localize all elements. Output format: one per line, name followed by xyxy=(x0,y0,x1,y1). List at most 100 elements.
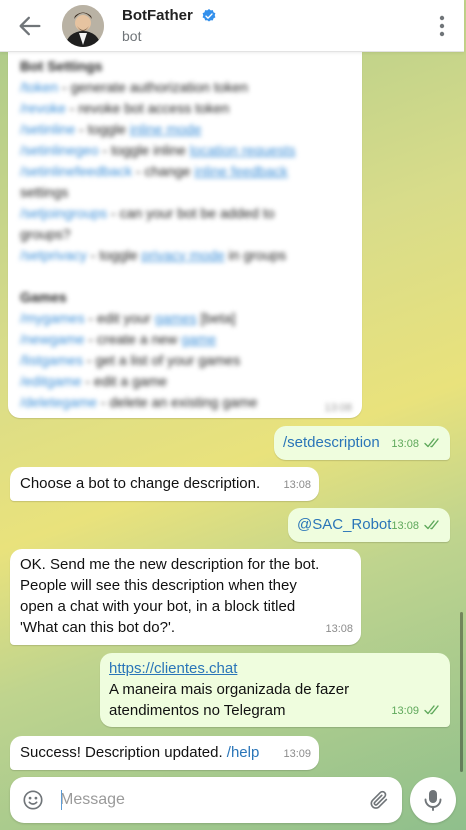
message-time: 13:08 xyxy=(391,520,419,532)
inline-link[interactable]: inline mode xyxy=(130,121,202,137)
inline-link[interactable]: location requests xyxy=(190,142,296,158)
message-outgoing[interactable]: https://clientes.chat A maneira mais org… xyxy=(100,653,450,727)
message-input[interactable] xyxy=(60,785,356,815)
chat-subtitle: bot xyxy=(122,28,142,44)
command-link[interactable]: /deletegame xyxy=(20,394,97,410)
line-text: - edit a game xyxy=(81,373,168,389)
verified-badge-icon xyxy=(202,8,216,22)
section-heading: Games xyxy=(20,289,67,305)
message-text: OK. Send me the new description for the … xyxy=(20,554,319,638)
line-text: - delete an existing game xyxy=(97,394,258,410)
message-text: Success! Description updated. /help xyxy=(20,742,259,763)
previous-message-line: /listgames - get a list of your games xyxy=(20,350,352,371)
message-incoming[interactable]: OK. Send me the new description for the … xyxy=(10,549,361,645)
message-line: 'What can this bot do?'. xyxy=(20,619,175,636)
command-link[interactable]: /setprivacy xyxy=(20,247,87,263)
chat-scrollbar[interactable] xyxy=(460,612,463,772)
chat-header: BotFather bot xyxy=(0,0,464,52)
message-time: 13:09 xyxy=(283,748,311,760)
message-line: A maneira mais organizada de fazer xyxy=(109,681,350,698)
message-line: open a chat with your bot, in a block ti… xyxy=(20,598,296,615)
chat-title-block[interactable]: BotFather bot xyxy=(122,7,217,44)
line-text: [beta] xyxy=(196,310,236,326)
previous-message-line: /setprivacy - toggle privacy mode in gro… xyxy=(20,245,352,266)
previous-message-time: 13:08 xyxy=(324,402,352,414)
inline-link[interactable]: games xyxy=(155,310,197,326)
double-check-icon xyxy=(424,705,439,715)
microphone-icon xyxy=(424,790,442,811)
chat-title: BotFather xyxy=(122,7,193,25)
message-time: 13:09 xyxy=(391,705,419,717)
message-plain-text: Success! Description updated. xyxy=(20,744,223,761)
message-incoming[interactable]: Choose a bot to change description. 13:0… xyxy=(10,467,319,501)
inline-link[interactable]: inline feedback xyxy=(194,163,287,179)
command-link[interactable]: /newgame xyxy=(20,331,85,347)
message-text: Choose a bot to change description. xyxy=(20,475,261,492)
command-link[interactable]: /setjoingroups xyxy=(20,205,107,221)
previous-message-line: groups? xyxy=(20,224,352,245)
previous-message-line: /setinlinefeedback - change inline feedb… xyxy=(20,161,352,182)
message-text: @SAC_Robot xyxy=(297,516,392,533)
previous-message-line: settings xyxy=(20,182,352,203)
message-link[interactable]: https://clientes.chat xyxy=(109,658,349,679)
line-text: - toggle xyxy=(86,247,142,263)
command-link[interactable]: /setinlinegeo xyxy=(20,142,99,158)
section-heading: Bot Settings xyxy=(20,58,103,74)
line-text: settings xyxy=(20,184,69,200)
inline-link[interactable]: game xyxy=(181,331,216,347)
command-link[interactable]: /revoke xyxy=(20,100,66,116)
line-text: - change xyxy=(132,163,195,179)
avatar[interactable] xyxy=(62,5,104,47)
message-line: atendimentos no Telegram xyxy=(109,702,286,719)
avatar-image xyxy=(62,5,104,47)
previous-message-line xyxy=(20,266,352,287)
line-text: - can your bot be added to xyxy=(107,205,275,221)
command-link[interactable]: /setinlinefeedback xyxy=(20,163,132,179)
previous-message-line: /setinlinegeo - toggle inline location r… xyxy=(20,140,352,161)
previous-message-line: /deletegame - delete an existing game xyxy=(20,392,352,413)
microphone-button[interactable] xyxy=(410,777,456,823)
message-time: 13:08 xyxy=(391,438,419,450)
previous-message-line: /setinline - toggle inline mode xyxy=(20,119,352,140)
command-link[interactable]: /mygames xyxy=(20,310,85,326)
message-meta: 13:08 xyxy=(391,516,442,537)
command-link[interactable]: /setinline xyxy=(20,121,75,137)
previous-message-line: /newgame - create a new game xyxy=(20,329,352,350)
message-time: 13:08 xyxy=(283,479,311,491)
line-text: - toggle xyxy=(75,121,130,137)
emoji-icon[interactable] xyxy=(22,789,44,811)
double-check-icon xyxy=(424,520,439,530)
message-meta: 13:09 xyxy=(391,701,442,722)
previous-message-line: Bot Settings xyxy=(20,56,352,77)
command-link[interactable]: /editgame xyxy=(20,373,81,389)
text-caret xyxy=(61,790,62,810)
message-outgoing[interactable]: /setdescription 13:08 xyxy=(274,426,450,460)
previous-message-bubble: Bot Settings/token - generate authorizat… xyxy=(8,52,362,418)
message-incoming[interactable]: Success! Description updated. /help 13:0… xyxy=(10,736,319,770)
previous-message-line: /editgame - edit a game xyxy=(20,371,352,392)
message-line: OK. Send me the new description for the … xyxy=(20,556,320,573)
previous-message-text: Bot Settings/token - generate authorizat… xyxy=(20,56,352,413)
line-text: - generate authorization token xyxy=(58,79,249,95)
previous-message-line: /revoke - revoke bot access token xyxy=(20,98,352,119)
previous-message-line: Games xyxy=(20,287,352,308)
command-link[interactable]: /help xyxy=(227,744,260,761)
message-outgoing[interactable]: @SAC_Robot 13:08 xyxy=(288,508,450,542)
double-check-icon xyxy=(424,438,439,448)
message-line: People will see this description when th… xyxy=(20,577,297,594)
line-text: - toggle inline xyxy=(98,142,190,158)
more-vertical-icon[interactable] xyxy=(438,14,446,38)
arrow-left-icon[interactable] xyxy=(16,12,44,40)
line-text: - edit your xyxy=(84,310,155,326)
paperclip-icon[interactable] xyxy=(368,789,390,811)
line-text: groups? xyxy=(20,226,71,242)
line-text: - get a list of your games xyxy=(83,352,241,368)
line-text: in groups xyxy=(224,247,287,263)
inline-link[interactable]: privacy mode xyxy=(141,247,224,263)
message-text: https://clientes.chat A maneira mais org… xyxy=(109,658,349,721)
message-text: /setdescription xyxy=(283,434,380,451)
command-link[interactable]: /listgames xyxy=(20,352,83,368)
line-text: - create a new xyxy=(84,331,182,347)
command-link[interactable]: /token xyxy=(20,79,58,95)
previous-message-line: /mygames - edit your games [beta] xyxy=(20,308,352,329)
